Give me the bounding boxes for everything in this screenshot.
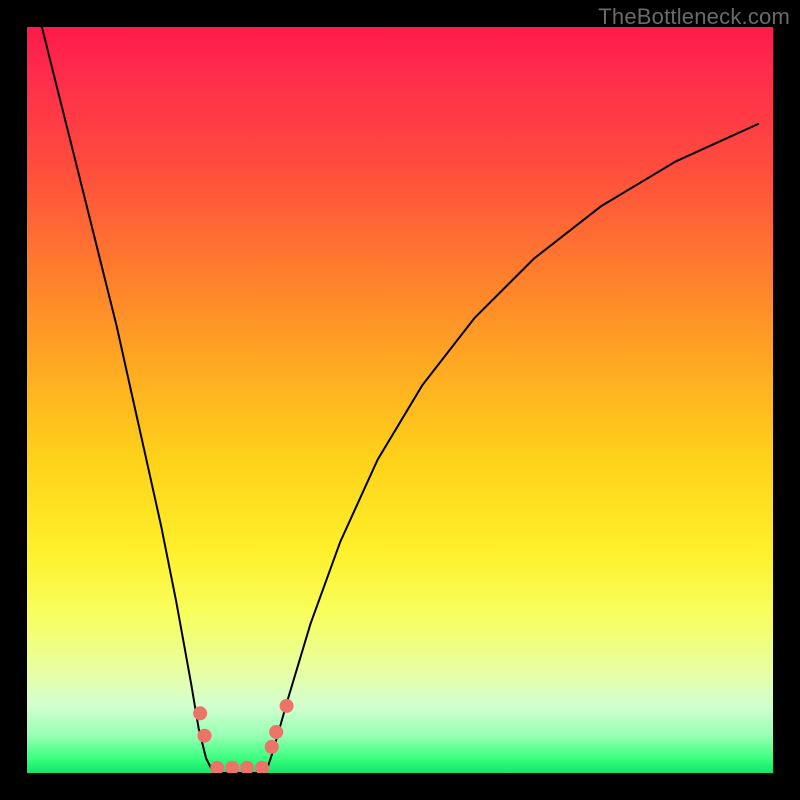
curve-marker — [210, 761, 224, 773]
curve-marker — [225, 761, 239, 773]
curve-marker — [198, 729, 212, 743]
curve-marker — [280, 699, 294, 713]
plot-area — [27, 27, 773, 773]
curve-marker — [265, 740, 279, 754]
curve-marker — [269, 725, 283, 739]
curve-marker — [240, 761, 254, 773]
watermark-text: TheBottleneck.com — [598, 4, 790, 30]
bottleneck-curve-svg — [27, 27, 773, 773]
curve-marker — [193, 706, 207, 720]
bottleneck-curve-path — [42, 27, 758, 773]
chart-stage: TheBottleneck.com — [0, 0, 800, 800]
curve-marker — [255, 761, 269, 773]
